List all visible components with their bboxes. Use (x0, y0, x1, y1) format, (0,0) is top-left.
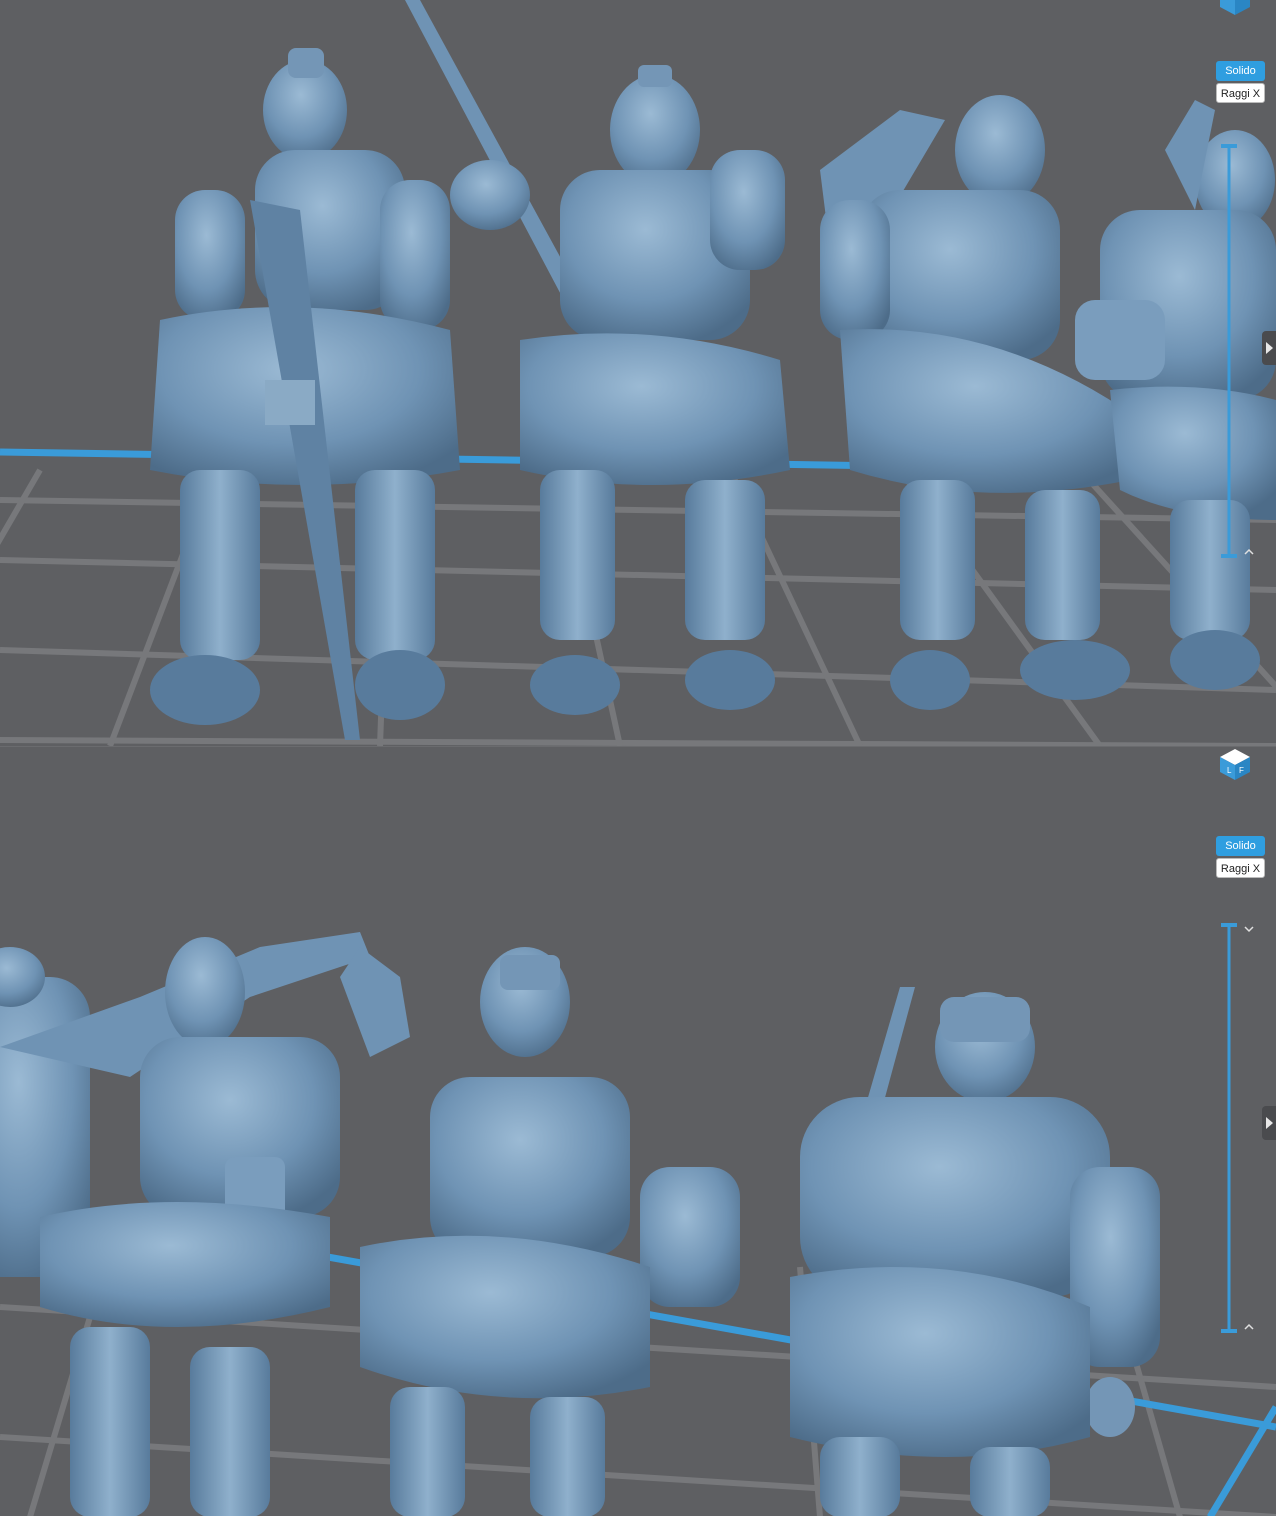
miniature-soldier-1[interactable] (150, 48, 460, 740)
viewport-bottom[interactable]: L F Solido Raggi X (0, 746, 1276, 1516)
view-cube[interactable] (1218, 0, 1252, 16)
miniature-soldier-6[interactable] (340, 947, 740, 1516)
cube-icon: L F (1220, 749, 1250, 780)
chevron-down-icon (1244, 926, 1254, 933)
xray-mode-button[interactable]: Raggi X (1216, 858, 1265, 878)
layer-slider[interactable] (1215, 919, 1254, 1339)
miniature-soldier-2[interactable] (405, 0, 790, 715)
solid-mode-button[interactable]: Solido (1216, 61, 1265, 81)
play-arrow-icon (1266, 1117, 1273, 1129)
chevron-up-icon (1244, 548, 1254, 555)
svg-text:F: F (1239, 766, 1244, 775)
svg-text:L: L (1227, 766, 1232, 775)
scene-canvas[interactable] (0, 0, 1276, 746)
miniature-soldier-7[interactable] (790, 987, 1160, 1516)
view-cube[interactable]: L F (1218, 747, 1252, 781)
miniature-soldier-3[interactable] (820, 95, 1140, 710)
panel-expand-tab[interactable] (1262, 1106, 1276, 1140)
layer-slider-track (1221, 144, 1254, 558)
play-arrow-icon (1266, 342, 1273, 354)
viewport-top[interactable]: Solido Raggi X (0, 0, 1276, 746)
layer-slider[interactable] (1215, 140, 1254, 565)
cube-icon (1220, 0, 1250, 15)
render-mode-toggle: Solido Raggi X (1216, 61, 1265, 103)
solid-mode-button[interactable]: Solido (1216, 836, 1265, 856)
render-mode-toggle: Solido Raggi X (1216, 836, 1265, 878)
xray-mode-button[interactable]: Raggi X (1216, 83, 1265, 103)
panel-expand-tab[interactable] (1262, 331, 1276, 365)
scene-canvas[interactable] (0, 747, 1276, 1516)
layer-slider-track (1221, 923, 1254, 1333)
chevron-up-icon (1244, 1323, 1254, 1330)
